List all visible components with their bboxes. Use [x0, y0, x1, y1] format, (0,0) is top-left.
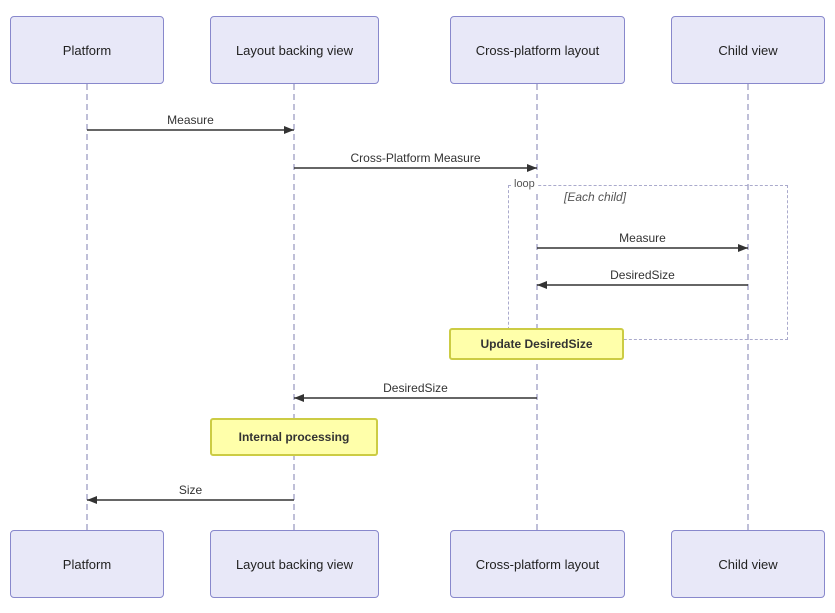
- actor-backing-top: Layout backing view: [210, 16, 379, 84]
- loop-tag-label: loop: [511, 178, 538, 190]
- actor-child-top: Child view: [671, 16, 825, 84]
- actor-platform-bottom: Platform: [10, 530, 164, 598]
- svg-text:DesiredSize: DesiredSize: [383, 381, 448, 395]
- loop-condition: [Each child]: [564, 190, 626, 204]
- actor-crossplatform-top: Cross-platform layout: [450, 16, 625, 84]
- svg-text:Cross-Platform Measure: Cross-Platform Measure: [350, 151, 480, 165]
- sequence-diagram: MeasureCross-Platform MeasureMeasureDesi…: [0, 0, 835, 613]
- actor-platform-top: Platform: [10, 16, 164, 84]
- actor-child-bottom: Child view: [671, 530, 825, 598]
- svg-text:Measure: Measure: [167, 113, 214, 127]
- actor-crossplatform-bottom: Cross-platform layout: [450, 530, 625, 598]
- actor-backing-bottom: Layout backing view: [210, 530, 379, 598]
- loop-fragment: loop [Each child]: [508, 185, 788, 340]
- update-desiredsize-box: Update DesiredSize: [449, 328, 624, 360]
- internal-processing-box: Internal processing: [210, 418, 378, 456]
- svg-text:Size: Size: [179, 483, 203, 497]
